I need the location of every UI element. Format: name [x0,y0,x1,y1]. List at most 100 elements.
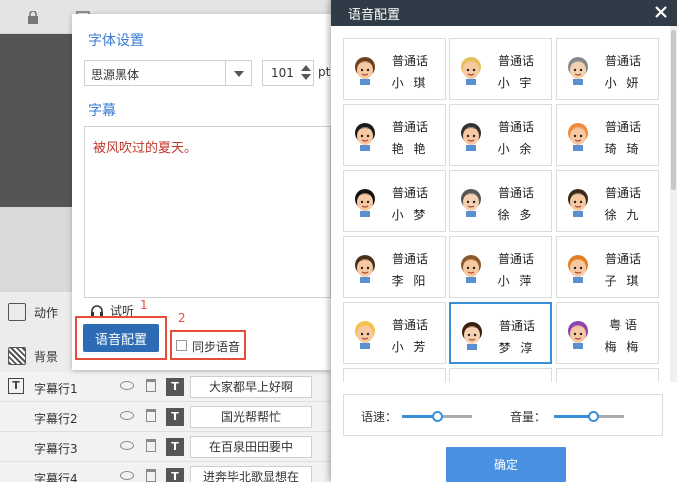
eye-icon[interactable] [120,411,134,420]
trash-icon[interactable] [146,379,156,392]
trash-icon[interactable] [146,469,156,482]
layer-text[interactable]: 进奔毕北歌显想在 [190,466,312,482]
tool-action[interactable]: 动作 [0,296,72,328]
voice-card[interactable] [556,368,659,382]
close-icon[interactable] [653,4,669,20]
avatar-icon [355,255,375,283]
dialog-title: 语音配置 [348,8,401,23]
trash-icon[interactable] [146,409,156,422]
layer-row[interactable]: 字幕行2 T 国光帮帮忙 [0,402,331,432]
voice-card[interactable]: 普通话小 宇 [449,38,552,100]
lock-icon[interactable] [27,11,39,24]
font-settings-title: 字体设置 [88,33,144,49]
voice-card[interactable]: 普通话小 萍 [449,236,552,298]
voice-card[interactable]: 普通话梦 淳 [449,302,552,364]
voice-name: 子 琪 [604,274,642,288]
subtitle-section-title: 字幕 [88,103,116,119]
font-size-value: 101 [271,66,294,80]
text-style-icon[interactable]: T [166,408,184,426]
subtitle-textarea[interactable]: 被风吹过的夏天。 [84,126,331,298]
voice-name: 李 阳 [391,274,429,288]
font-size-unit: pt [318,65,331,79]
voice-card[interactable]: 普通话李 阳 [343,236,446,298]
spinner-arrows-icon[interactable] [301,64,311,82]
layer-name: 字幕行1 [34,382,78,396]
tool-label: 动作 [34,305,59,320]
voice-name: 小 梦 [391,208,429,222]
avatar-icon [568,189,588,217]
avatar-icon [462,322,482,350]
sync-voice-label[interactable]: 同步语音 [192,338,240,355]
layer-row[interactable]: T 字幕行1 T 大家都早上好啊 [0,372,331,402]
eye-icon[interactable] [120,471,134,480]
dialog-header: 语音配置 [331,0,677,26]
annotation-highlight-1: 语音配置 [75,316,167,360]
voice-type: 普通话 [497,54,534,68]
sync-voice-checkbox[interactable] [176,340,187,351]
voice-card[interactable]: 普通话小 琪 [343,38,446,100]
speed-slider[interactable] [402,411,472,422]
voice-card[interactable]: 普通话琦 琦 [556,104,659,166]
subtitle-text: 被风吹过的夏天。 [93,141,198,156]
tool-label: 背景 [34,349,59,364]
voice-type: 普通话 [604,252,641,266]
voice-card[interactable]: 普通话小 芳 [343,302,446,364]
voice-type: 普通话 [497,120,534,134]
voice-type: 普通话 [604,120,641,134]
font-size-stepper[interactable]: 101 [262,60,314,86]
voice-controls: 语速： 音量： [343,394,663,436]
layer-row[interactable]: 字幕行4 T 进奔毕北歌显想在 [0,462,331,482]
layer-row[interactable]: 字幕行3 T 在百泉田田要中 [0,432,331,462]
voice-card[interactable]: 普通话艳 艳 [343,104,446,166]
voice-type: 粤 语 [609,318,637,332]
text-style-icon[interactable]: T [166,468,184,482]
text-style-icon[interactable]: T [166,438,184,456]
chevron-down-icon[interactable] [225,61,251,85]
avatar-icon [568,123,588,151]
voice-card[interactable]: 普通话小 梦 [343,170,446,232]
voice-name: 小 萍 [497,274,535,288]
scrollbar-thumb[interactable] [671,30,676,190]
speed-label: 语速： [361,410,398,424]
voice-card[interactable]: 普通话小 妍 [556,38,659,100]
voice-card[interactable]: 粤 语梅 梅 [556,302,659,364]
text-style-icon[interactable]: T [166,378,184,396]
annotation-highlight-2: 同步语音 [170,330,246,360]
layer-text[interactable]: 大家都早上好啊 [190,376,312,398]
voice-grid: 普通话小 琪普通话小 宇普通话小 妍普通话艳 艳普通话小 余普通话琦 琦普通话小… [331,26,677,382]
avatar-icon [568,57,588,85]
voice-name: 徐 多 [497,208,535,222]
voice-grid-scrollbar[interactable] [670,26,677,382]
voice-card[interactable] [343,368,446,382]
voice-name: 小 妍 [604,76,642,90]
volume-slider-fill [554,415,593,418]
voice-card[interactable]: 普通话徐 九 [556,170,659,232]
tool-background[interactable]: 背景 [0,340,72,372]
speed-slider-handle[interactable] [432,411,443,422]
volume-slider[interactable] [554,411,624,422]
font-family-select[interactable]: 思源黑体 [84,60,252,86]
trash-icon[interactable] [146,439,156,452]
avatar-icon [568,321,588,349]
confirm-button[interactable]: 确定 [446,447,566,482]
voice-type: 普通话 [391,252,428,266]
font-settings-panel: 字体设置 思源黑体 101 pt 字幕 被风吹过的夏天。 试听 1 2 语音配置… [72,14,331,370]
voice-name: 艳 艳 [391,142,429,156]
avatar-icon [461,57,481,85]
volume-label: 音量： [510,410,547,424]
voice-type: 普通话 [497,252,534,266]
voice-card[interactable]: 普通话小 余 [449,104,552,166]
avatar-icon [355,321,375,349]
eye-icon[interactable] [120,441,134,450]
layer-list: T 字幕行1 T 大家都早上好啊 字幕行2 T 国光帮帮忙 字幕行3 T 在百泉… [0,372,331,482]
voice-card[interactable] [449,368,552,382]
layer-text[interactable]: 在百泉田田要中 [190,436,312,458]
font-family-value: 思源黑体 [91,68,140,82]
voice-config-button[interactable]: 语音配置 [83,324,159,352]
action-icon [8,303,26,321]
eye-icon[interactable] [120,381,134,390]
voice-card[interactable]: 普通话徐 多 [449,170,552,232]
voice-card[interactable]: 普通话子 琪 [556,236,659,298]
layer-text[interactable]: 国光帮帮忙 [190,406,312,428]
volume-slider-handle[interactable] [587,411,599,422]
